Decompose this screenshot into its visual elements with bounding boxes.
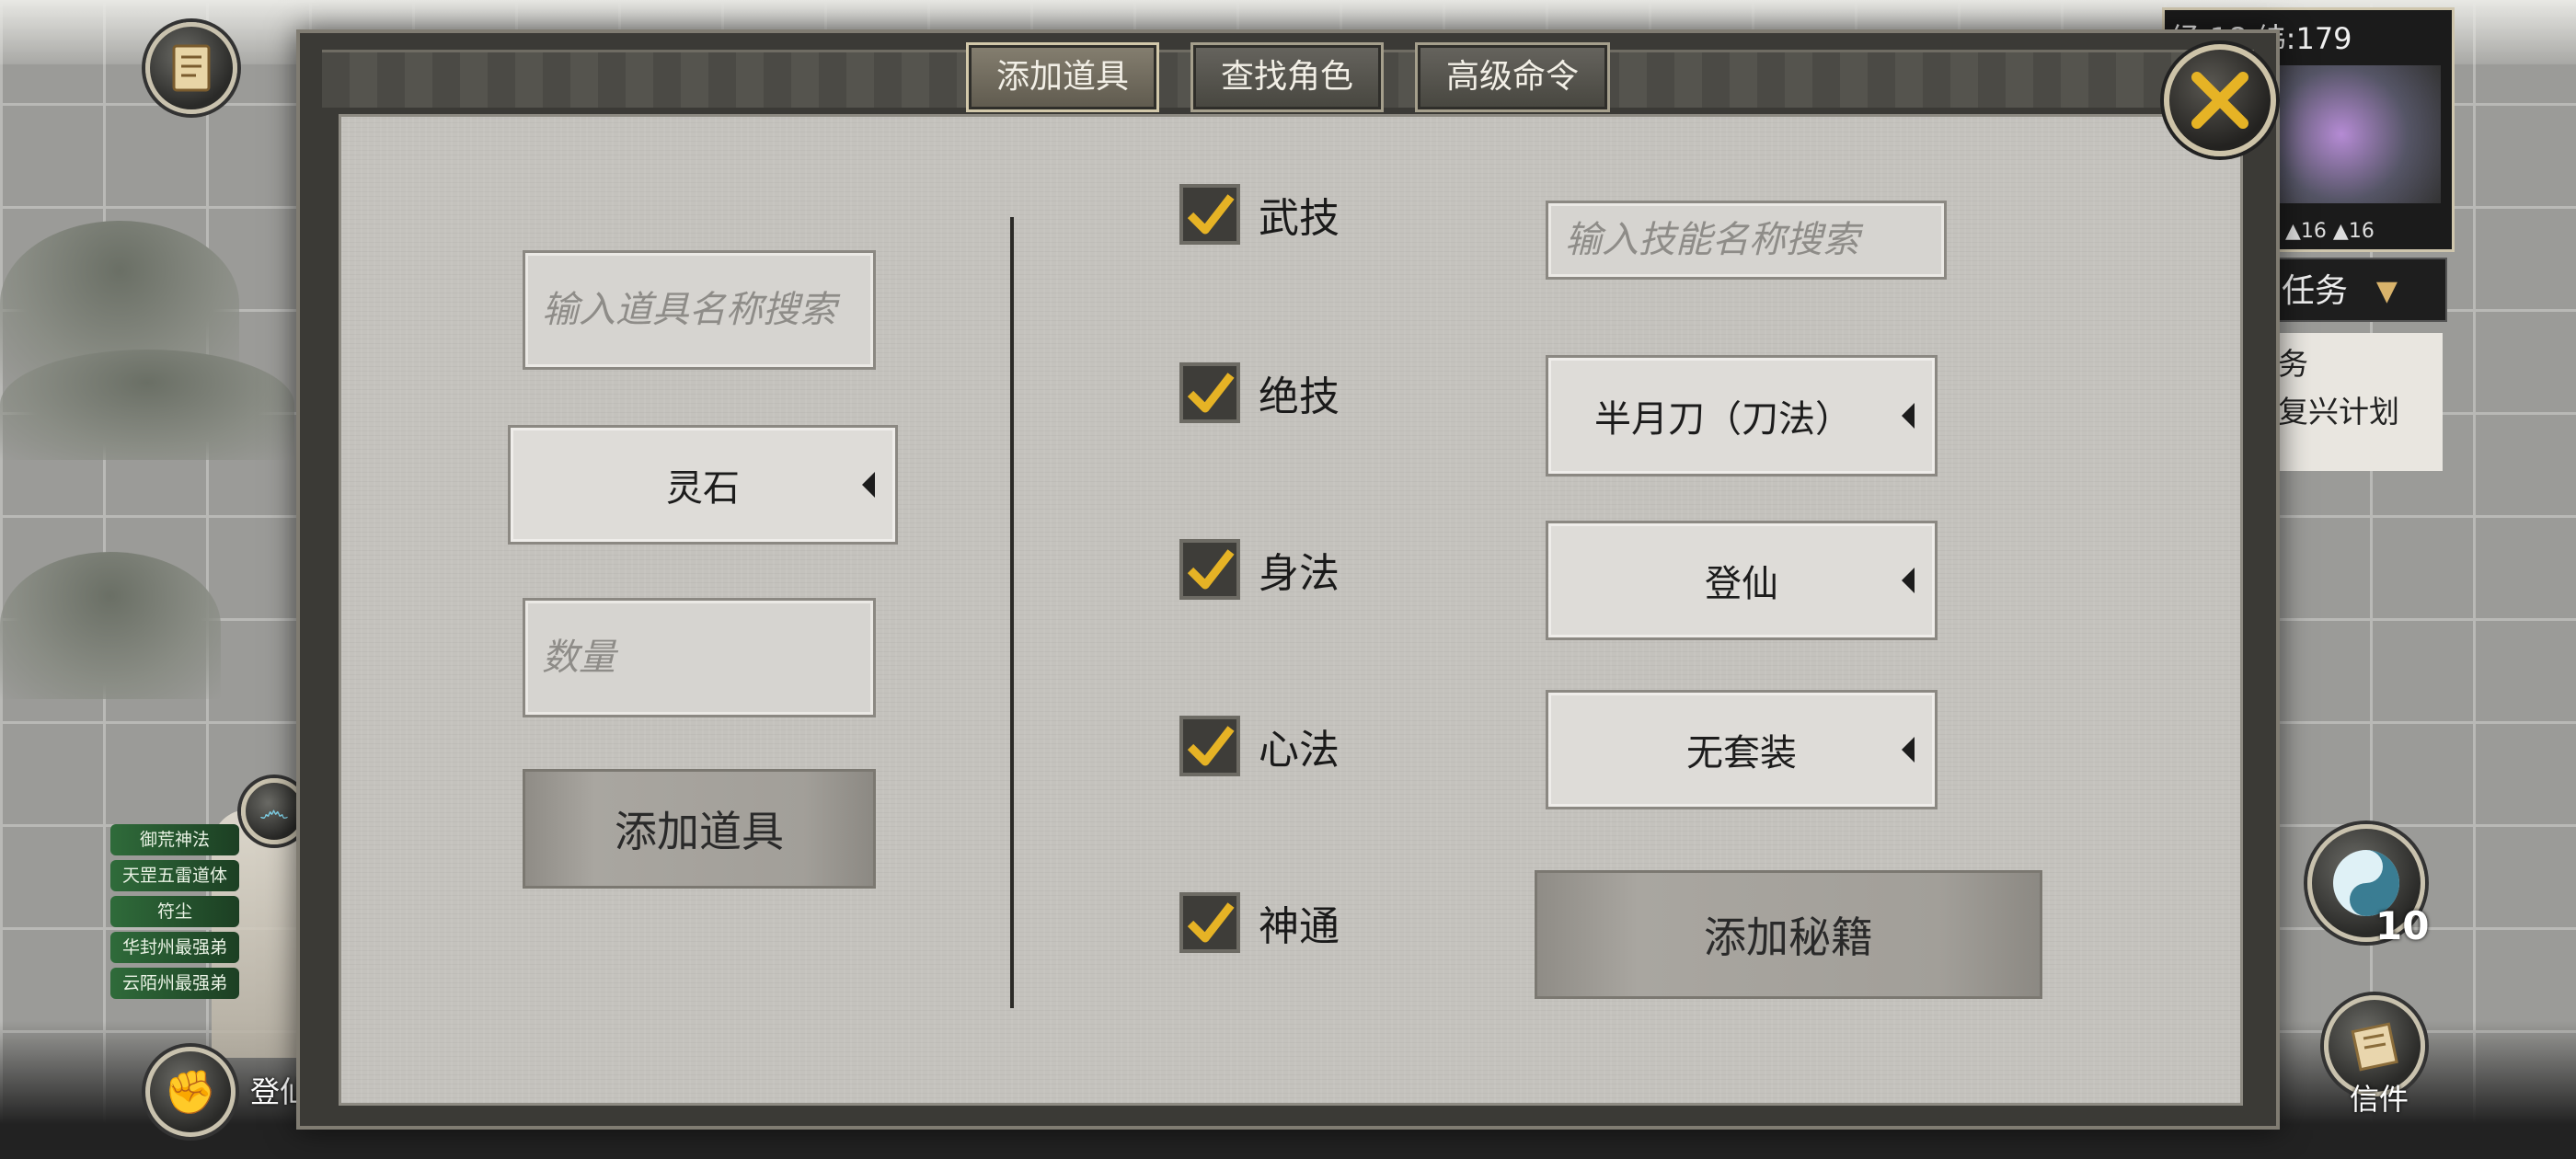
character-tag: 天罡五雷道体 xyxy=(110,860,239,891)
taiji-count: 10 xyxy=(2375,903,2430,948)
checkbox[interactable] xyxy=(1179,184,1240,245)
close-icon xyxy=(2191,72,2248,129)
quest-card[interactable]: 务 复兴计划 xyxy=(2272,333,2443,471)
checkbox[interactable] xyxy=(1179,716,1240,776)
filter-divine-power[interactable]: 神通 xyxy=(1179,890,1340,955)
set-value: 无套装 xyxy=(1686,732,1797,775)
character-tag-list: 御荒神法 天罡五雷道体 符尘 华封州最强弟 云陌州最强弟 xyxy=(110,824,239,1004)
checkbox-label: 绝技 xyxy=(1259,373,1340,420)
tab-find-character[interactable]: 查找角色 xyxy=(1190,42,1384,112)
mail-label[interactable]: 信件 xyxy=(2350,1076,2409,1119)
column-divider xyxy=(1010,217,1014,1008)
item-type-value: 灵石 xyxy=(666,467,740,510)
character-tag: 御荒神法 xyxy=(110,824,239,855)
caret-left-icon xyxy=(862,472,875,498)
scroll-book-button[interactable] xyxy=(145,22,237,114)
close-button[interactable] xyxy=(2164,44,2276,156)
character-tag: 华封州最强弟 xyxy=(110,932,239,963)
book-icon xyxy=(172,44,211,92)
add-manual-button[interactable]: 添加秘籍 xyxy=(1535,870,2042,999)
tab-add-item[interactable]: 添加道具 xyxy=(966,42,1159,112)
checkbox[interactable] xyxy=(1179,539,1240,600)
quest-dropdown[interactable]: 任务 ▼ xyxy=(2272,258,2447,322)
checkbox-label: 武技 xyxy=(1259,195,1340,242)
checkmark-icon xyxy=(1187,549,1235,590)
filter-movement[interactable]: 身法 xyxy=(1179,537,1340,602)
mountain-left-2 xyxy=(0,350,294,460)
filter-ultimate[interactable]: 绝技 xyxy=(1179,361,1340,425)
quantity-field[interactable] xyxy=(523,598,876,717)
swirl-icon: ෴ xyxy=(259,793,290,830)
item-search-field[interactable] xyxy=(523,250,876,370)
quest-line: 复兴计划 xyxy=(2278,394,2399,430)
set-select[interactable]: 无套装 xyxy=(1546,690,1938,809)
checkmark-icon xyxy=(1187,373,1235,413)
grade-select[interactable]: 登仙 xyxy=(1546,521,1938,640)
skill-search-field[interactable] xyxy=(1546,201,1947,280)
filter-martial-arts[interactable]: 武技 xyxy=(1179,182,1340,247)
skill-search-input[interactable] xyxy=(1565,219,1944,261)
triangle-down-icon: ▼ xyxy=(2375,275,2398,307)
item-search-input[interactable] xyxy=(542,289,873,331)
item-type-select[interactable]: 灵石 xyxy=(508,425,898,545)
quest-tab-label: 任务 xyxy=(2282,272,2349,310)
grade-value: 登仙 xyxy=(1705,563,1778,605)
fist-button[interactable]: ✊ xyxy=(145,1047,236,1137)
caret-left-icon xyxy=(1902,737,1915,763)
checkbox-label: 神通 xyxy=(1259,903,1340,950)
tab-advanced-commands[interactable]: 高级命令 xyxy=(1415,42,1610,112)
checkmark-icon xyxy=(1187,194,1235,235)
filter-mind-method[interactable]: 心法 xyxy=(1179,714,1340,778)
caret-left-icon xyxy=(1902,403,1915,429)
add-item-button[interactable]: 添加道具 xyxy=(523,769,876,889)
minimap-stats: 3 ▲16 ▲16 xyxy=(2266,220,2375,243)
skill-select[interactable]: 半月刀（刀法） xyxy=(1546,355,1938,476)
checkbox[interactable] xyxy=(1179,892,1240,953)
caret-left-icon xyxy=(1902,568,1915,593)
character-tag: 符尘 xyxy=(110,896,239,927)
minimap-image xyxy=(2275,65,2441,203)
checkbox[interactable] xyxy=(1179,362,1240,423)
checkmark-icon xyxy=(1187,902,1235,943)
checkmark-icon xyxy=(1187,726,1235,766)
character-tag: 云陌州最强弟 xyxy=(110,968,239,999)
checkbox-label: 心法 xyxy=(1259,727,1340,774)
skill-value: 半月刀（刀法） xyxy=(1594,398,1852,441)
mountain-left-3 xyxy=(0,552,221,699)
quantity-input[interactable] xyxy=(542,637,873,679)
quest-line: 务 xyxy=(2278,346,2308,382)
checkbox-label: 身法 xyxy=(1259,550,1340,597)
fist-icon: ✊ xyxy=(164,1066,217,1117)
letter-icon xyxy=(2351,1022,2398,1072)
